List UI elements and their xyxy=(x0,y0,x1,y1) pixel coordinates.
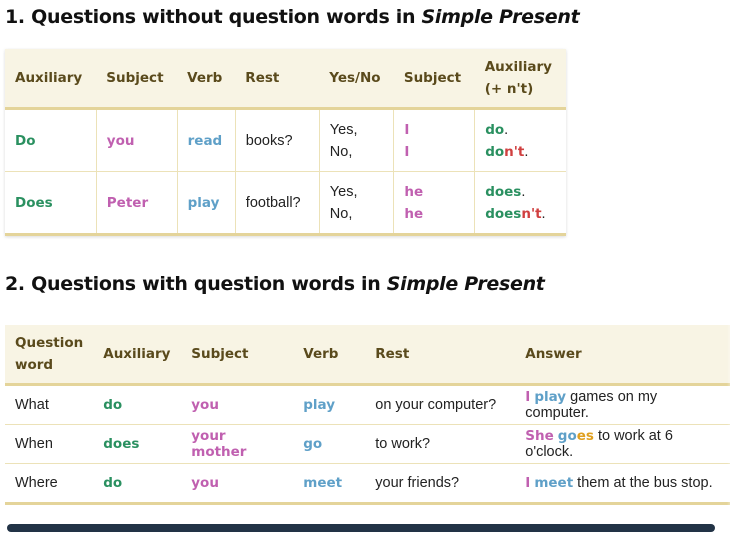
cell-rest: to work? xyxy=(365,424,516,464)
cell-rest: your friends? xyxy=(365,463,516,505)
cell-verb: play xyxy=(177,171,236,236)
cell-subject-short: he he xyxy=(393,171,476,236)
overflow-fade xyxy=(727,300,737,535)
header-rest: Rest xyxy=(235,49,320,110)
header-subject: Subject xyxy=(181,325,294,386)
horizontal-scrollbar[interactable] xyxy=(7,524,715,532)
cell-subject: your mother xyxy=(181,424,294,464)
cell-short-answer: do. don't. xyxy=(474,108,566,172)
cell-question-word: When xyxy=(5,424,94,464)
cell-short-answer: does. doesn't. xyxy=(474,171,566,236)
table-row: When does your mother go to work? She go… xyxy=(5,424,730,464)
cell-auxiliary: Do xyxy=(5,108,97,172)
cell-subject-short: II xyxy=(393,108,476,172)
header-verb: Verb xyxy=(177,49,236,110)
header-subject-2: Subject xyxy=(393,49,475,110)
cell-yes-no: Yes, No, xyxy=(319,171,395,236)
header-auxiliary: Auxiliary xyxy=(93,325,182,386)
cell-subject: you xyxy=(181,463,294,505)
cell-auxiliary: do xyxy=(93,463,182,505)
table-row: What do you play on your computer? I pla… xyxy=(5,384,730,425)
cell-auxiliary: does xyxy=(93,424,182,464)
cell-verb: play xyxy=(293,384,366,425)
cell-answer: I meet them at the bus stop. xyxy=(515,463,730,505)
header-rest: Rest xyxy=(365,325,516,386)
cell-auxiliary: Does xyxy=(5,171,97,236)
cell-rest: books? xyxy=(235,108,320,172)
cell-answer: I play games on my computer. xyxy=(515,384,730,425)
header-subject: Subject xyxy=(96,49,178,110)
cell-verb: go xyxy=(293,424,366,464)
header-answer: Answer xyxy=(515,325,730,386)
table-row: Where do you meet your friends? I meet t… xyxy=(5,463,730,505)
cell-answer: She goes to work at 6 o'clock. xyxy=(515,424,730,464)
cell-rest: on your computer? xyxy=(365,384,516,425)
section-1-title: 1. Questions without question words in S… xyxy=(5,6,580,28)
table-header-row: Question word Auxiliary Subject Verb Rest… xyxy=(5,325,730,386)
cell-question-word: What xyxy=(5,384,94,425)
header-verb: Verb xyxy=(293,325,366,386)
table-row: Does Peter play football? Yes, No, he he d… xyxy=(5,171,566,236)
wh-questions-table: Question word Auxiliary Subject Verb Rest… xyxy=(5,325,730,505)
cell-subject: you xyxy=(96,108,178,172)
header-auxiliary: Auxiliary xyxy=(5,49,97,110)
table-row: Do you read books? Yes, No, II do. don't. xyxy=(5,108,566,172)
cell-yes-no: Yes, No, xyxy=(319,108,395,172)
cell-subject: Peter xyxy=(96,171,178,236)
cell-verb: meet xyxy=(293,463,366,505)
header-auxiliary-nt: Auxiliary (+ n't) xyxy=(474,49,566,110)
table-header-row: Auxiliary Subject Verb Rest Yes/No Subje… xyxy=(5,49,566,110)
header-question-word: Question word xyxy=(5,325,94,386)
cell-auxiliary: do xyxy=(93,384,182,425)
section-2-title: 2. Questions with question words in Simp… xyxy=(5,273,545,295)
cell-verb: read xyxy=(177,108,236,172)
cell-question-word: Where xyxy=(5,463,94,505)
cell-rest: football? xyxy=(235,171,320,236)
yes-no-questions-table: Auxiliary Subject Verb Rest Yes/No Subje… xyxy=(5,49,566,236)
cell-subject: you xyxy=(181,384,294,425)
header-yes-no: Yes/No xyxy=(319,49,394,110)
